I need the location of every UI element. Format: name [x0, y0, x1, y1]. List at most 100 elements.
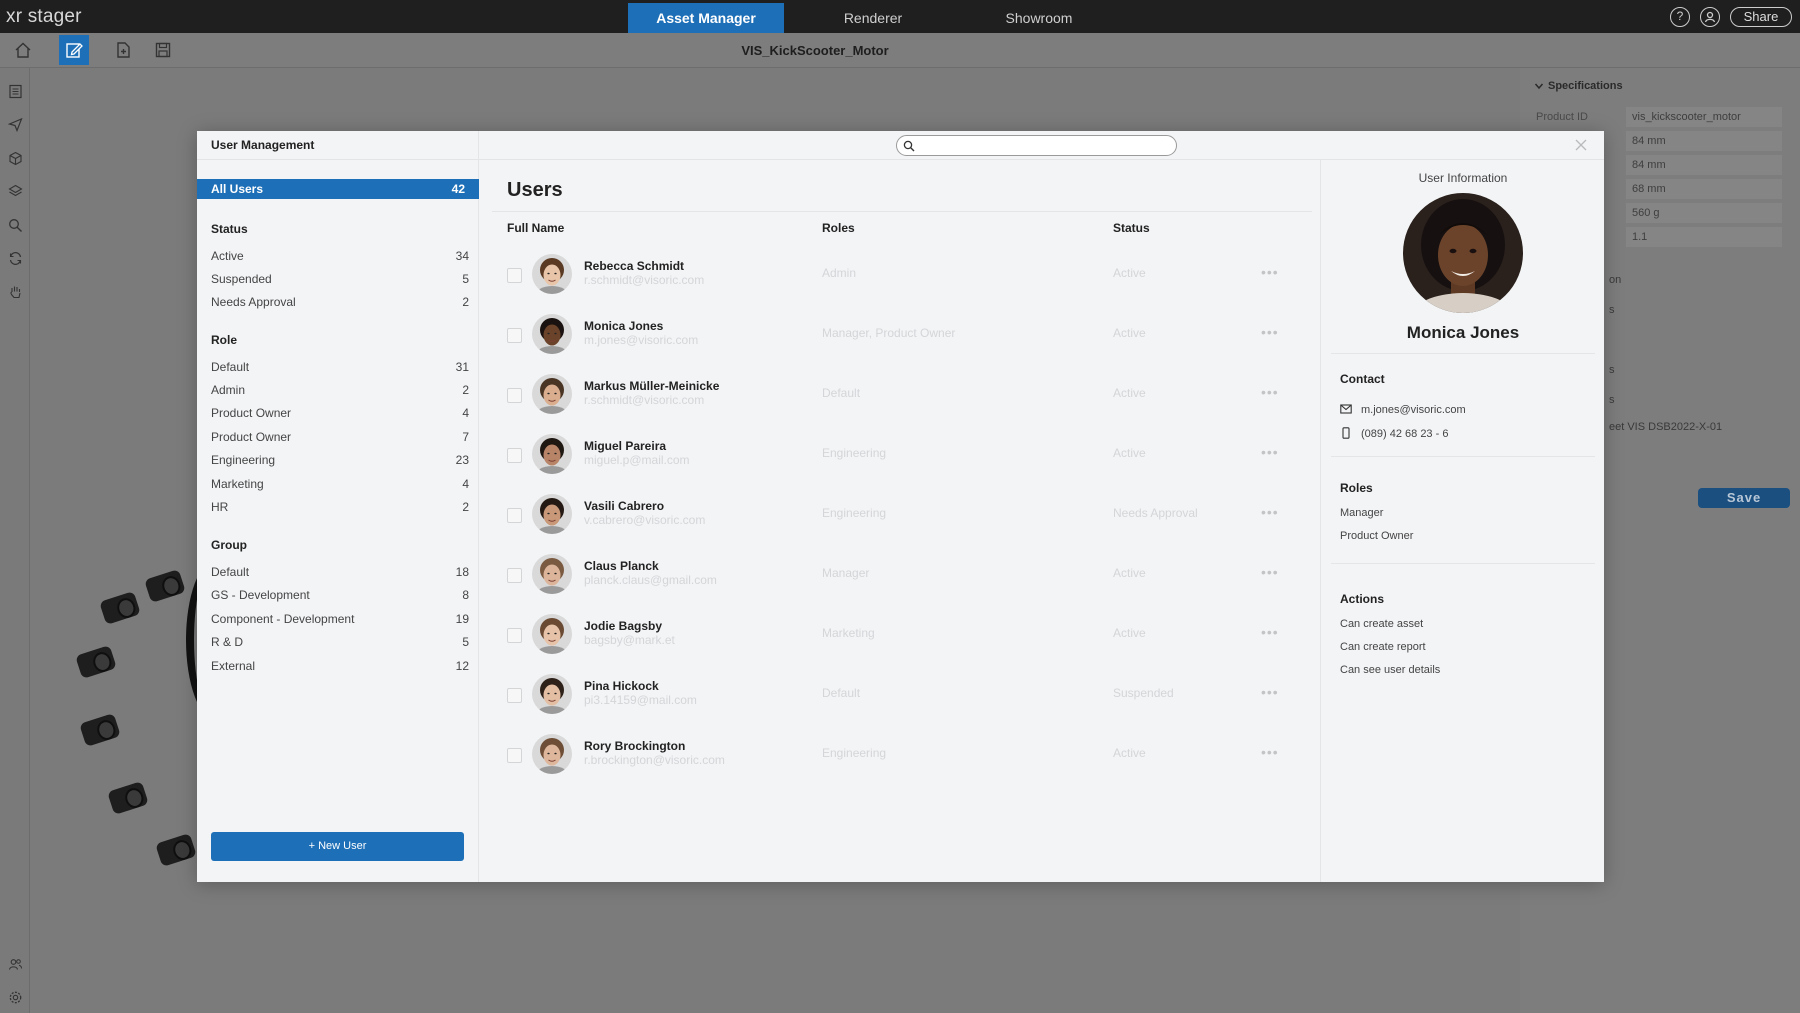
spec-value[interactable]: 560 g — [1626, 203, 1782, 223]
filter-item[interactable]: Product Owner 7 — [211, 430, 469, 444]
more-options-icon[interactable]: ••• — [1261, 564, 1279, 580]
cube-icon[interactable] — [8, 151, 23, 166]
filter-heading-status: Status — [211, 222, 248, 236]
filter-item[interactable]: Suspended 5 — [211, 272, 469, 286]
more-options-icon[interactable]: ••• — [1261, 504, 1279, 520]
save-button[interactable]: Save — [1698, 488, 1790, 508]
search-icon[interactable] — [8, 218, 23, 233]
user-row[interactable]: Rory Brockington r.brockington@visoric.co… — [507, 734, 1307, 784]
user-status: Suspended — [1113, 686, 1174, 700]
filter-item[interactable]: R & D 5 — [211, 635, 469, 649]
user-name[interactable]: Vasili Cabrero — [584, 499, 664, 513]
account-icon[interactable] — [1700, 7, 1720, 27]
filter-item[interactable]: Default 18 — [211, 565, 469, 579]
avatar — [532, 254, 572, 294]
filter-label: Component - Development — [211, 612, 355, 626]
contact-email[interactable]: m.jones@visoric.com — [1361, 404, 1466, 416]
spec-value[interactable]: 1.1 — [1626, 227, 1782, 247]
row-checkbox[interactable] — [507, 268, 522, 283]
user-row[interactable]: Pina Hickock pi3.14159@mail.com Default Sus… — [507, 674, 1307, 724]
more-options-icon[interactable]: ••• — [1261, 624, 1279, 640]
filter-item[interactable]: Engineering 23 — [211, 453, 469, 467]
row-checkbox[interactable] — [507, 568, 522, 583]
filter-count: 2 — [462, 500, 469, 514]
more-options-icon[interactable]: ••• — [1261, 444, 1279, 460]
contact-phone[interactable]: (089) 42 68 23 - 6 — [1361, 428, 1448, 440]
layers-icon[interactable] — [8, 184, 23, 199]
filter-all-users[interactable]: All Users 42 — [197, 179, 479, 199]
user-row[interactable]: Monica Jones m.jones@visoric.com Manager, … — [507, 314, 1307, 364]
search-input[interactable] — [919, 138, 1169, 153]
user-status: Active — [1113, 386, 1146, 400]
user-name[interactable]: Markus Müller-Meinicke — [584, 379, 719, 393]
user-row[interactable]: Rebecca Schmidt r.schmidt@visoric.com Admi… — [507, 254, 1307, 304]
divider — [1331, 353, 1595, 354]
row-checkbox[interactable] — [507, 628, 522, 643]
chevron-down-icon[interactable] — [1534, 81, 1544, 91]
more-options-icon[interactable]: ••• — [1261, 684, 1279, 700]
column-header-status[interactable]: Status — [1113, 221, 1150, 235]
filter-label: Marketing — [211, 477, 264, 491]
hand-icon[interactable] — [8, 284, 23, 299]
user-name[interactable]: Rebecca Schmidt — [584, 259, 684, 273]
column-header-roles[interactable]: Roles — [822, 221, 855, 235]
filter-item[interactable]: Marketing 4 — [211, 477, 469, 491]
filter-item[interactable]: Active 34 — [211, 249, 469, 263]
tab-showroom[interactable]: Showroom — [978, 3, 1100, 33]
user-email: pi3.14159@mail.com — [584, 693, 697, 707]
close-icon[interactable] — [1573, 137, 1589, 153]
user-name[interactable]: Claus Planck — [584, 559, 659, 573]
filter-item[interactable]: Component - Development 19 — [211, 612, 469, 626]
list-icon[interactable] — [8, 84, 23, 99]
row-checkbox[interactable] — [507, 388, 522, 403]
more-options-icon[interactable]: ••• — [1261, 324, 1279, 340]
specifications-title[interactable]: Specifications — [1548, 80, 1623, 92]
gear-icon[interactable] — [8, 990, 23, 1005]
user-name[interactable]: Miguel Pareira — [584, 439, 666, 453]
filter-item[interactable]: HR 2 — [211, 500, 469, 514]
sync-icon[interactable] — [8, 251, 23, 266]
spec-value[interactable]: vis_kickscooter_motor — [1626, 107, 1782, 127]
row-checkbox[interactable] — [507, 328, 522, 343]
user-row[interactable]: Claus Planck planck.claus@gmail.com Manage… — [507, 554, 1307, 604]
help-icon[interactable]: ? — [1670, 7, 1690, 27]
spec-value[interactable]: 84 mm — [1626, 155, 1782, 175]
filter-label: HR — [211, 500, 229, 514]
user-row[interactable]: Vasili Cabrero v.cabrero@visoric.com Engin… — [507, 494, 1307, 544]
spec-value[interactable]: 84 mm — [1626, 131, 1782, 151]
filter-item[interactable]: External 12 — [211, 659, 469, 673]
more-options-icon[interactable]: ••• — [1261, 264, 1279, 280]
row-checkbox[interactable] — [507, 748, 522, 763]
toolbar: VIS_KickScooter_Motor — [0, 33, 1800, 68]
filter-item[interactable]: Product Owner 4 — [211, 406, 469, 420]
row-checkbox[interactable] — [507, 508, 522, 523]
filter-label: Product Owner — [211, 406, 292, 420]
user-name[interactable]: Monica Jones — [584, 319, 663, 333]
spec-value[interactable]: 68 mm — [1626, 179, 1782, 199]
user-row[interactable]: Miguel Pareira miguel.p@mail.com Engineeri… — [507, 434, 1307, 484]
new-user-button[interactable]: + New User — [211, 832, 464, 861]
filter-item[interactable]: GS - Development 8 — [211, 588, 469, 602]
tab-renderer[interactable]: Renderer — [812, 3, 934, 33]
more-options-icon[interactable]: ••• — [1261, 384, 1279, 400]
filter-item[interactable]: Default 31 — [211, 360, 469, 374]
user-status: Active — [1113, 446, 1146, 460]
user-roles: Engineering — [822, 446, 887, 460]
user-name[interactable]: Pina Hickock — [584, 679, 659, 693]
row-checkbox[interactable] — [507, 448, 522, 463]
tab-asset-manager[interactable]: Asset Manager — [628, 3, 784, 33]
filter-item[interactable]: Admin 2 — [211, 383, 469, 397]
user-row[interactable]: Markus Müller-Meinicke r.schmidt@visoric.… — [507, 374, 1307, 424]
user-name[interactable]: Rory Brockington — [584, 739, 685, 753]
filter-item[interactable]: Needs Approval 2 — [211, 295, 469, 309]
user-row[interactable]: Jodie Bagsby bagsby@mark.et Marketing Activ… — [507, 614, 1307, 664]
more-options-icon[interactable]: ••• — [1261, 744, 1279, 760]
role-item: Manager — [1340, 507, 1384, 519]
share-button[interactable]: Share — [1730, 7, 1792, 27]
search-field[interactable] — [896, 135, 1177, 156]
users-icon[interactable] — [8, 957, 23, 972]
row-checkbox[interactable] — [507, 688, 522, 703]
user-name[interactable]: Jodie Bagsby — [584, 619, 662, 633]
send-icon[interactable] — [8, 117, 23, 132]
column-header-full-name[interactable]: Full Name — [507, 221, 564, 235]
